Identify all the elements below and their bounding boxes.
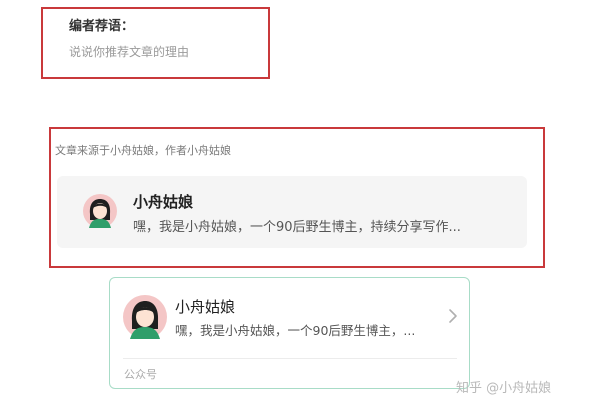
account-name: 小舟姑娘	[175, 298, 236, 316]
account-type-label: 公众号	[124, 368, 157, 381]
source-article-box: 文章来源于小舟姑娘，作者小舟姑娘 小舟姑娘 嘿，我是小舟姑娘，一个90后野生博主…	[49, 127, 545, 268]
editor-recommend-box[interactable]: 编者荐语： 说说你推荐文章的理由	[41, 7, 270, 79]
chevron-right-icon[interactable]	[447, 306, 459, 326]
author-description: 嘿，我是小舟姑娘，一个90后野生博主，持续分享写作...	[133, 220, 461, 235]
card-divider	[123, 358, 457, 359]
editor-recommend-title: 编者荐语：	[69, 19, 135, 34]
watermark-platform: 知乎	[456, 381, 483, 396]
watermark-handle: @小舟姑娘	[486, 381, 552, 396]
watermark: 知乎 @小舟姑娘	[456, 377, 551, 396]
public-account-card[interactable]: 小舟姑娘 嘿，我是小舟姑娘，一个90后野生博主，... 公众号	[109, 277, 470, 389]
avatar	[83, 194, 117, 228]
account-description: 嘿，我是小舟姑娘，一个90后野生博主，...	[175, 323, 416, 338]
source-label: 文章来源于小舟姑娘，作者小舟姑娘	[55, 144, 231, 157]
author-card[interactable]: 小舟姑娘 嘿，我是小舟姑娘，一个90后野生博主，持续分享写作...	[57, 176, 527, 248]
author-name: 小舟姑娘	[133, 193, 194, 211]
avatar	[123, 295, 167, 339]
editor-recommend-input[interactable]: 说说你推荐文章的理由	[69, 43, 189, 60]
